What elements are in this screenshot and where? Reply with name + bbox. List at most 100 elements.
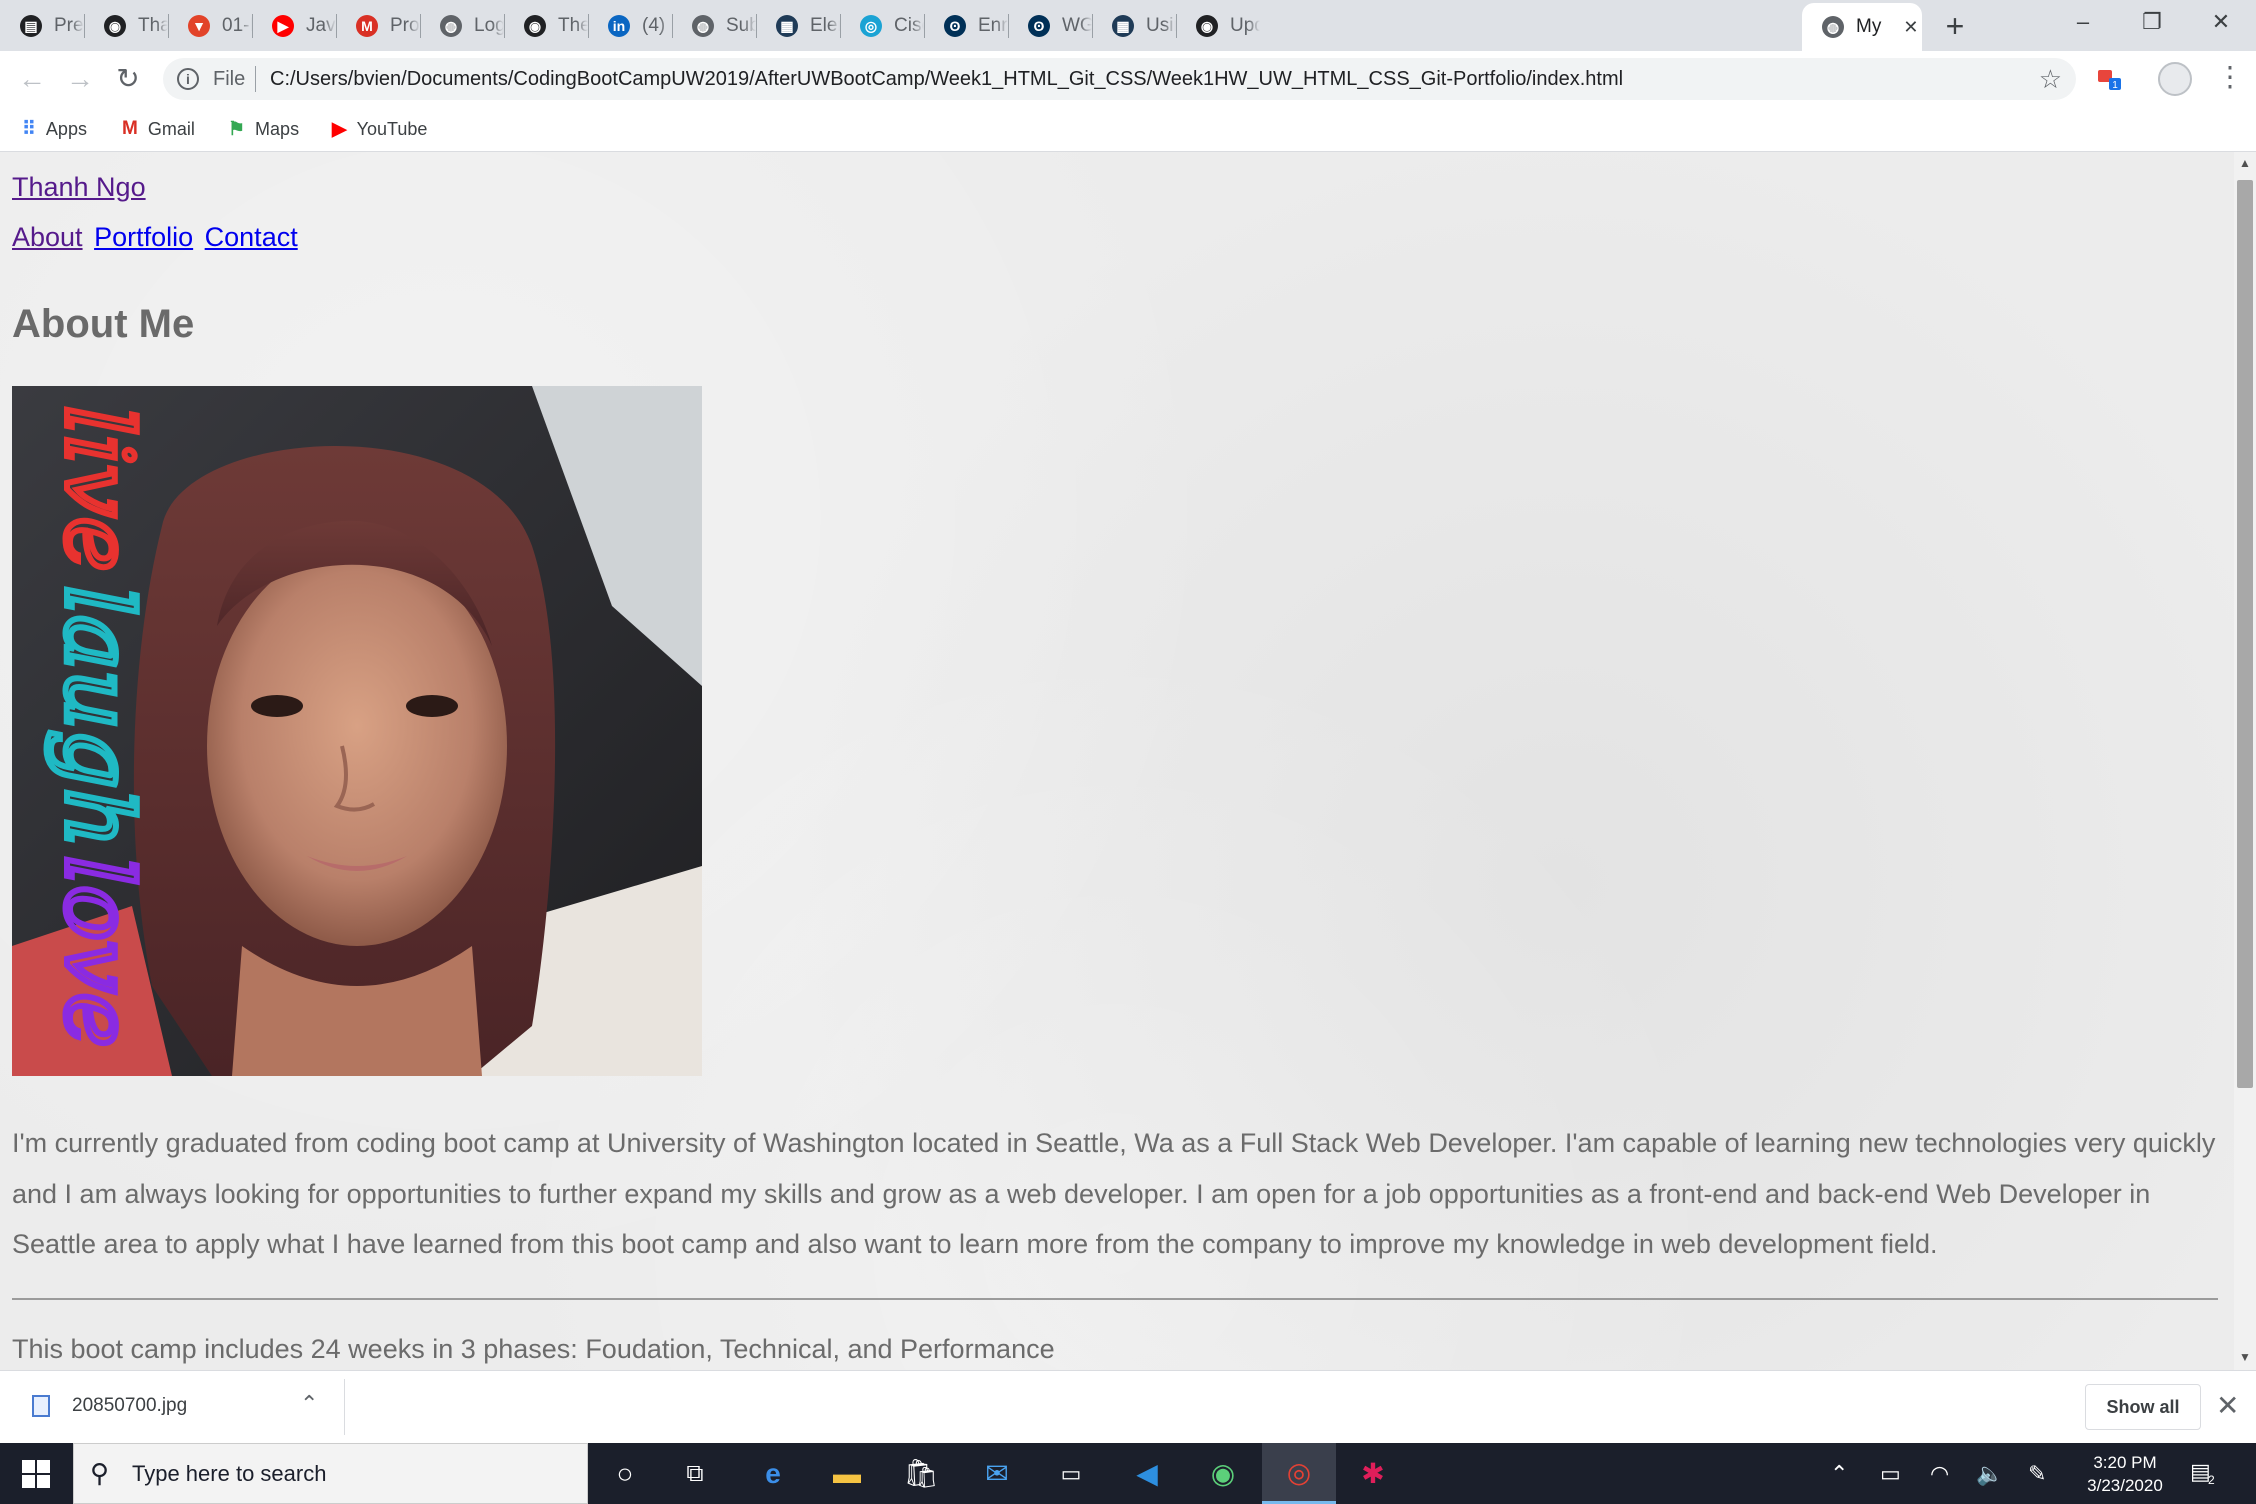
profile-avatar[interactable] bbox=[2158, 62, 2192, 96]
forward-arrow-icon[interactable]: → bbox=[65, 64, 95, 94]
page-scrollbar[interactable]: ▲ ▼ bbox=[2234, 152, 2256, 1370]
svg-text:1: 1 bbox=[2112, 80, 2118, 91]
globe-icon: ◍ bbox=[440, 15, 462, 37]
pen-icon[interactable]: ✎ bbox=[2028, 1461, 2046, 1487]
bookmark-maps[interactable]: ⚑ Maps bbox=[228, 114, 299, 144]
download-item[interactable]: 20850700.jpg bbox=[32, 1395, 187, 1417]
tab-title: Cisco W bbox=[894, 15, 924, 36]
bookmark-star-icon[interactable]: ☆ bbox=[2039, 64, 2062, 95]
close-window-button[interactable]: ✕ bbox=[2187, 0, 2255, 44]
tab-title: 01-HTM bbox=[222, 15, 252, 36]
tab-5[interactable]: ◍ Login to bbox=[420, 7, 504, 45]
tab-11[interactable]: ʘ Enrollm bbox=[924, 7, 1008, 45]
taskbar-search-box[interactable]: ⚲ Type here to search bbox=[73, 1443, 588, 1504]
chrome-icon[interactable]: ◎ bbox=[1262, 1443, 1336, 1504]
chevron-up-icon[interactable]: ⌃ bbox=[1830, 1461, 1848, 1487]
address-bar[interactable]: i File C:/Users/bvien/Documents/CodingBo… bbox=[163, 58, 2076, 100]
bookmark-youtube[interactable]: ▶ YouTube bbox=[332, 114, 427, 144]
tab-9[interactable]: ▦ Elemen bbox=[756, 7, 840, 45]
bookmark-gmail[interactable]: M Gmail bbox=[122, 114, 195, 144]
extension-icon[interactable]: 1 bbox=[2095, 64, 2125, 94]
file-explorer-icon[interactable]: ▬ bbox=[810, 1443, 884, 1504]
nav-link-about[interactable]: About bbox=[12, 222, 83, 252]
tab-close-icon[interactable]: ✕ bbox=[1903, 17, 1918, 38]
windows-start-icon[interactable] bbox=[22, 1460, 50, 1488]
page-viewport: Thanh Ngo About Portfolio Contact About … bbox=[0, 152, 2234, 1370]
tab-2[interactable]: ▼ 01-HTM bbox=[168, 7, 252, 45]
tab-14[interactable]: ◉ Update bbox=[1176, 7, 1260, 45]
tab-3[interactable]: ▶ JavaScr bbox=[252, 7, 336, 45]
bookmark-label: YouTube bbox=[356, 118, 428, 139]
site-name-link[interactable]: Thanh Ngo bbox=[12, 172, 146, 203]
slack-icon[interactable]: ✱ bbox=[1336, 1443, 1410, 1504]
tab-active[interactable]: ◍ My ✕ bbox=[1802, 3, 1922, 51]
tab-1[interactable]: ◉ ThanhN bbox=[84, 7, 168, 45]
show-all-button[interactable]: Show all bbox=[2085, 1384, 2201, 1430]
menu-kebab-icon[interactable]: ⋮ bbox=[2216, 62, 2244, 92]
notifications-icon[interactable]: ▤ 2 bbox=[2190, 1459, 2222, 1489]
clock-date: 3/23/2020 bbox=[2087, 1476, 2163, 1495]
bookmark-label: Gmail bbox=[147, 118, 195, 139]
terminal-icon[interactable]: ▭ bbox=[1034, 1443, 1108, 1504]
clock-time: 3:20 PM bbox=[2093, 1453, 2157, 1472]
chevron-up-icon[interactable]: ⌃ bbox=[300, 1391, 318, 1417]
nav-link-contact[interactable]: Contact bbox=[205, 222, 298, 252]
tab-6[interactable]: ◉ TheStor bbox=[504, 7, 588, 45]
volume-icon[interactable]: 🔈 bbox=[1976, 1461, 2003, 1487]
notification-count: 2 bbox=[2208, 1473, 2215, 1487]
owl-icon: ʘ bbox=[1028, 15, 1050, 37]
tab-13[interactable]: ▦ Using T bbox=[1092, 7, 1176, 45]
tab-separator bbox=[1176, 14, 1177, 38]
restore-button[interactable]: ❐ bbox=[2118, 0, 2186, 44]
close-icon[interactable]: ✕ bbox=[2216, 1389, 2239, 1422]
divider bbox=[344, 1379, 345, 1435]
gmail-icon: M bbox=[356, 15, 378, 37]
store-icon[interactable]: 🛍 bbox=[884, 1443, 958, 1504]
linkedin-icon: in bbox=[608, 15, 630, 37]
site-nav: About Portfolio Contact bbox=[12, 222, 302, 253]
tab-10[interactable]: ◎ Cisco W bbox=[840, 7, 924, 45]
new-tab-button[interactable]: + bbox=[1940, 10, 1970, 42]
divider bbox=[255, 66, 256, 92]
github-icon: ◉ bbox=[1196, 15, 1218, 37]
taskbar-search-placeholder: Type here to search bbox=[132, 1461, 327, 1486]
horizontal-rule bbox=[12, 1298, 2218, 1300]
url-text[interactable]: C:/Users/bvien/Documents/CodingBootCampU… bbox=[270, 68, 1623, 91]
tab-4[interactable]: M Progran bbox=[336, 7, 420, 45]
edge-icon[interactable]: e bbox=[736, 1443, 810, 1504]
webex-icon[interactable]: ◉ bbox=[1186, 1443, 1260, 1504]
bookmark-apps[interactable]: ⠿ Apps bbox=[22, 114, 87, 144]
vscode-icon[interactable]: ◀ bbox=[1110, 1443, 1184, 1504]
task-view-icon[interactable]: ⧉ bbox=[658, 1443, 732, 1504]
tab-separator bbox=[504, 14, 505, 38]
scroll-down-icon[interactable]: ▼ bbox=[2234, 1350, 2256, 1364]
bookmarks-bar: ⠿ Apps M Gmail ⚑ Maps ▶ YouTube bbox=[0, 106, 2256, 152]
reload-icon[interactable]: ↻ bbox=[113, 64, 143, 94]
scroll-up-icon[interactable]: ▲ bbox=[2234, 156, 2256, 170]
tab-separator bbox=[756, 14, 757, 38]
maps-icon: ⚑ bbox=[228, 118, 246, 140]
mail-icon[interactable]: ✉ bbox=[960, 1443, 1034, 1504]
tab-title: WGU S bbox=[1062, 15, 1092, 36]
nav-link-portfolio[interactable]: Portfolio bbox=[94, 222, 193, 252]
webpage-icon: ▦ bbox=[776, 15, 798, 37]
globe-icon: ◍ bbox=[1822, 16, 1844, 38]
bookmark-label: Maps bbox=[255, 118, 300, 139]
tab-title: Login to bbox=[474, 15, 504, 36]
minimize-button[interactable]: – bbox=[2049, 0, 2117, 44]
tab-0[interactable]: ▤ Prepare bbox=[0, 7, 84, 45]
back-arrow-icon[interactable]: ← bbox=[17, 64, 47, 94]
battery-icon[interactable]: ▭ bbox=[1880, 1461, 1901, 1487]
info-icon[interactable]: i bbox=[177, 68, 199, 90]
cortana-icon[interactable]: ○ bbox=[588, 1443, 662, 1504]
wifi-icon[interactable]: ◠ bbox=[1930, 1461, 1949, 1487]
tab-title: Enrollm bbox=[978, 15, 1008, 36]
tab-strip: ◍ My ✕ + – ❐ ✕ ▤ Prepare ◉ ThanhN ▼ 01-HTM ▶ Ja… bbox=[0, 0, 2256, 51]
tab-12[interactable]: ʘ WGU S bbox=[1008, 7, 1092, 45]
tab-8[interactable]: ◍ Submit bbox=[672, 7, 756, 45]
system-clock[interactable]: 3:20 PM 3/23/2020 bbox=[2065, 1451, 2185, 1497]
tab-7[interactable]: in (4) UW bbox=[588, 7, 672, 45]
scroll-thumb[interactable] bbox=[2237, 180, 2253, 1088]
apps-grid-icon: ⠿ bbox=[22, 118, 36, 140]
globe-icon: ◍ bbox=[692, 15, 714, 37]
